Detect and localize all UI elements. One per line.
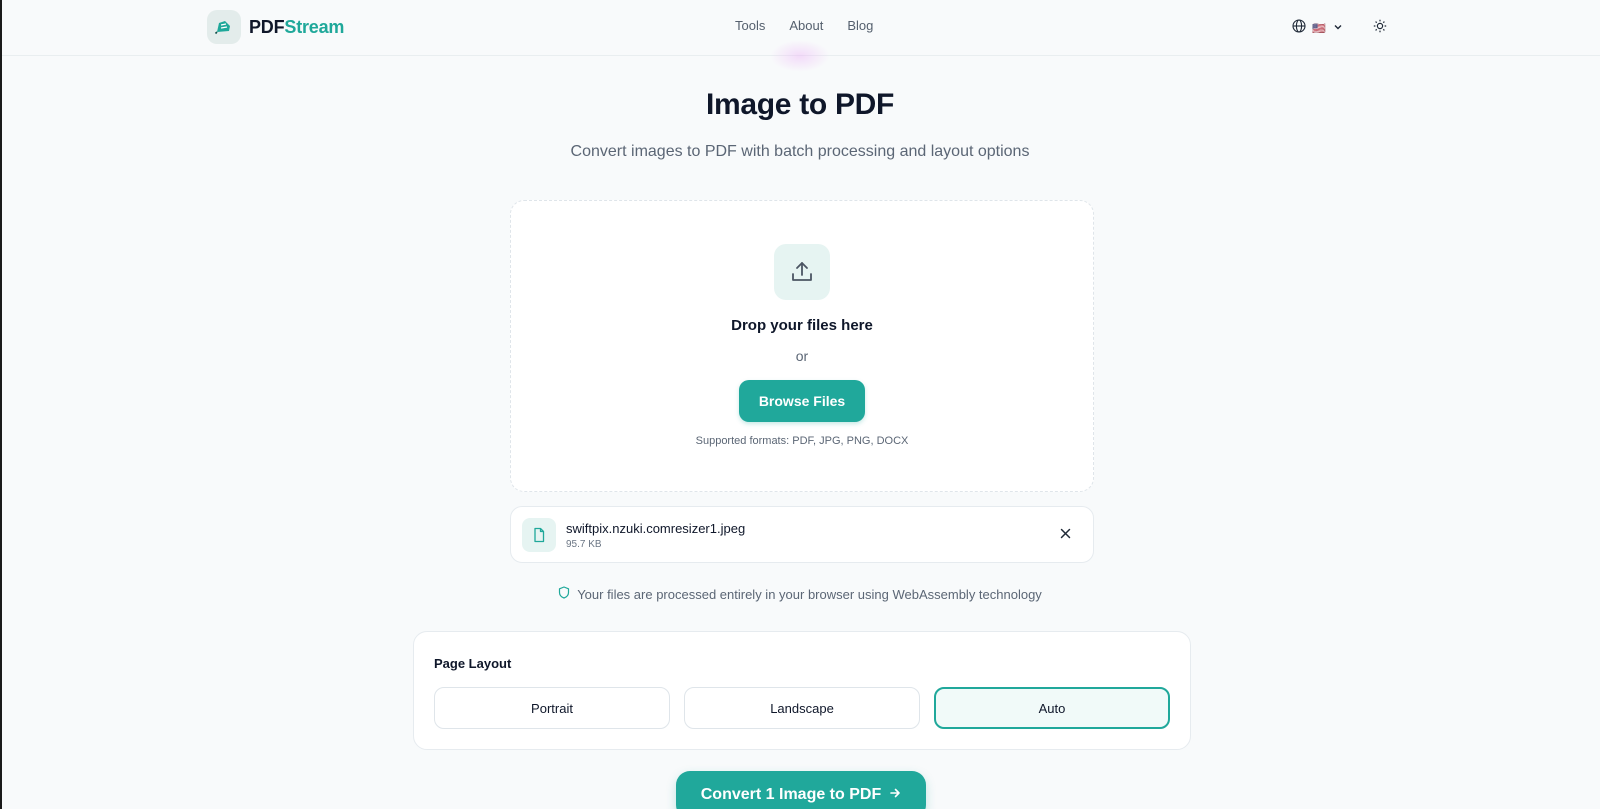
remove-file-button[interactable]	[1057, 527, 1073, 543]
page-title: Image to PDF	[705, 88, 895, 121]
brand-name-part1: PDF	[249, 16, 285, 37]
sun-icon	[1373, 19, 1387, 37]
file-size: 95.7 KB	[566, 539, 602, 550]
convert-button-label: Convert 1 Image to PDF	[700, 786, 882, 803]
brand-logo[interactable]: PDFStream	[207, 10, 344, 44]
privacy-note: Your files are processed entirely in you…	[0, 586, 1600, 602]
file-dropzone[interactable]: Drop your files here or Browse Files Sup…	[510, 200, 1094, 492]
dropzone-title: Drop your files here	[731, 317, 873, 334]
privacy-text: Your files are processed entirely in you…	[577, 586, 1042, 602]
layout-option-auto[interactable]: Auto	[934, 687, 1170, 729]
layout-option-portrait[interactable]: Portrait	[434, 687, 670, 729]
upload-icon	[774, 244, 830, 300]
nav-about[interactable]: About	[789, 18, 823, 33]
browse-files-button[interactable]: Browse Files	[739, 380, 865, 422]
close-icon	[1060, 526, 1071, 544]
language-selector[interactable]: 🇺🇸	[1292, 19, 1344, 38]
dropzone-or: or	[795, 348, 809, 364]
nav-blog[interactable]: Blog	[847, 18, 873, 33]
nav-tools[interactable]: Tools	[735, 18, 765, 33]
page-layout-label: Page Layout	[434, 656, 512, 671]
layout-option-landscape[interactable]: Landscape	[684, 687, 920, 729]
globe-icon	[1292, 19, 1306, 38]
chevron-down-icon	[1332, 20, 1344, 38]
theme-toggle[interactable]	[1373, 19, 1387, 38]
file-icon	[522, 518, 556, 552]
brand-name-part2: Stream	[284, 16, 345, 37]
arrow-right-icon	[889, 786, 901, 804]
brand-name: PDFStream	[249, 17, 344, 38]
file-name: swiftpix.nzuki.comresizer1.jpeg	[566, 521, 746, 536]
page-layout-card: Page Layout Portrait Landscape Auto	[413, 631, 1191, 750]
main-nav: Tools About Blog	[735, 18, 873, 33]
shield-icon	[558, 586, 570, 602]
convert-button[interactable]: Convert 1 Image to PDF	[676, 771, 926, 809]
logo-icon	[207, 10, 241, 44]
file-list-item: swiftpix.nzuki.comresizer1.jpeg 95.7 KB	[510, 506, 1094, 563]
supported-formats: Supported formats: PDF, JPG, PNG, DOCX	[695, 435, 909, 447]
decorative-glow	[770, 40, 830, 72]
page-subtitle: Convert images to PDF with batch process…	[570, 143, 1030, 160]
flag-icon: 🇺🇸	[1312, 23, 1326, 35]
